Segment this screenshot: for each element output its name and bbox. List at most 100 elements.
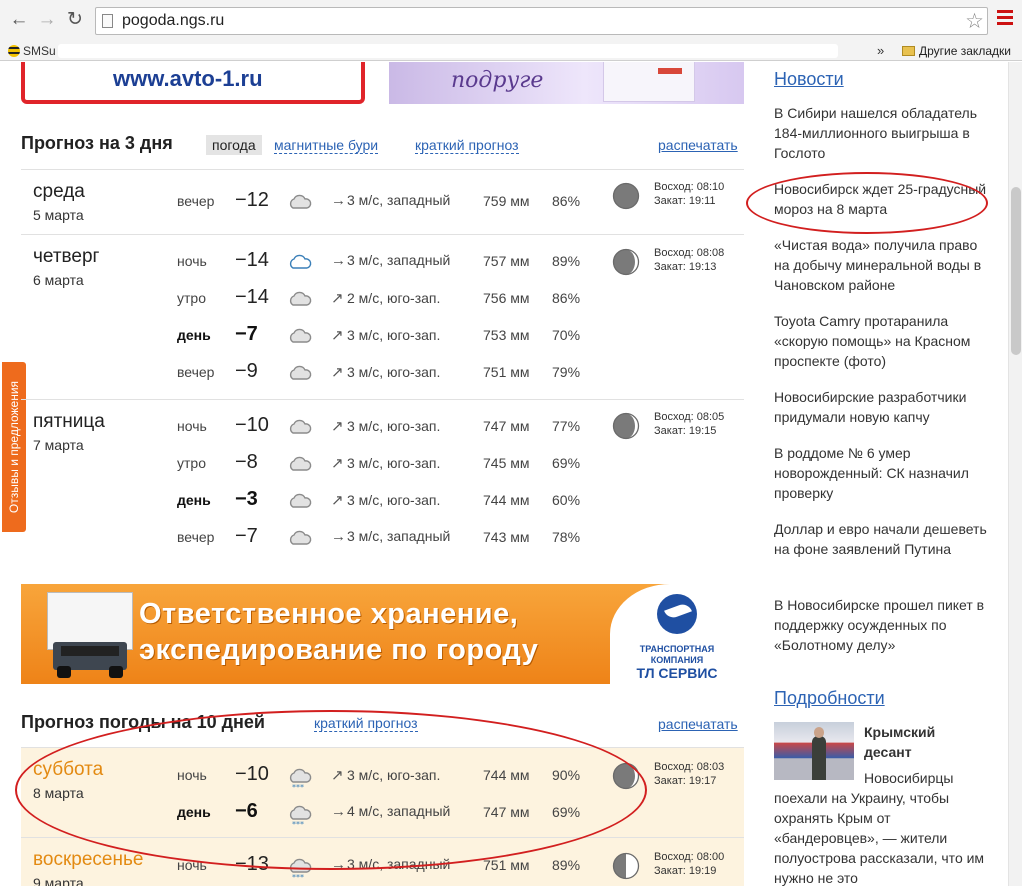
forecast-row: утро −14 ↗ 2 м/с, юго-зап. 756 мм 86% xyxy=(21,285,744,311)
pressure: 743 мм xyxy=(483,529,530,545)
temperature: −7 xyxy=(235,525,258,547)
moon-phase-icon xyxy=(612,182,640,210)
scrollbar-thumb[interactable] xyxy=(1011,187,1021,355)
svg-text:***: *** xyxy=(292,873,304,880)
wind-arrow-icon: ↗ xyxy=(331,327,344,344)
other-bookmarks[interactable]: Другие закладки xyxy=(902,44,1011,58)
scrollbar[interactable] xyxy=(1008,62,1022,886)
snow-cloud-icon: *** xyxy=(287,858,313,885)
news-item[interactable]: Новосибирские разработчики придумали нов… xyxy=(774,387,989,427)
sunrise-sunset: Восход: 08:10 Закат: 19:11 xyxy=(654,180,724,208)
pressure: 757 мм xyxy=(483,253,530,269)
back-icon[interactable]: ← xyxy=(8,9,30,31)
moon-phase-icon xyxy=(612,248,640,276)
time-of-day: вечер xyxy=(177,193,215,209)
news-item[interactable]: Toyota Camry протаранила «скорую помощь»… xyxy=(774,311,989,371)
temperature: −10 xyxy=(235,763,269,785)
banner-avto[interactable]: www.avto-1.ru xyxy=(21,62,365,104)
pressure: 751 мм xyxy=(483,857,530,873)
cloud-icon xyxy=(287,194,313,215)
forward-icon[interactable]: → xyxy=(36,9,58,31)
print-link-3day[interactable]: распечатать xyxy=(658,137,738,153)
sunset: Закат: 19:15 xyxy=(654,425,717,437)
browser-toolbar: ← → ↻ pogoda.ngs.ru ☆ xyxy=(0,0,1022,42)
news-item[interactable]: В роддоме № 6 умер новорожденный: СК наз… xyxy=(774,443,989,503)
pressure: 747 мм xyxy=(483,804,530,820)
temperature: −3 xyxy=(235,488,258,510)
sunrise-sunset: Восход: 08:00 Закат: 19:19 xyxy=(654,850,724,878)
snow-cloud-icon: *** xyxy=(287,768,313,795)
wind: ↗ 3 м/с, юго-зап. xyxy=(331,327,441,344)
wind: →3 м/с, западный xyxy=(331,528,451,545)
wind: ↗ 3 м/с, юго-зап. xyxy=(331,767,441,784)
cloud-icon xyxy=(287,254,313,275)
news-item[interactable]: Доллар и евро начали дешеветь на фоне за… xyxy=(774,519,989,559)
sunset: Закат: 19:13 xyxy=(654,261,717,273)
sunset: Закат: 19:11 xyxy=(654,195,716,207)
truck-image xyxy=(47,592,133,678)
news-title[interactable]: Новости xyxy=(774,69,844,90)
pressure: 751 мм xyxy=(483,364,530,380)
details-headline[interactable]: Крымский десант xyxy=(864,722,984,762)
news-item[interactable]: «Чистая вода» получила право на добычу м… xyxy=(774,235,989,295)
news-item[interactable]: В Новосибирске прошел пикет в поддержку … xyxy=(774,595,989,655)
time-of-day: ночь xyxy=(177,418,207,434)
banner-tl-service[interactable]: Ответственное хранение, экспедирование п… xyxy=(21,584,744,684)
sunrise-sunset: Восход: 08:03 Закат: 19:17 xyxy=(654,760,724,788)
news-item[interactable]: Новосибирск ждет 25-градусный мороз на 8… xyxy=(774,179,989,219)
sunrise: Восход: 08:08 xyxy=(654,247,725,259)
humidity: 69% xyxy=(552,804,581,820)
bookmark-star-icon[interactable]: ☆ xyxy=(965,9,984,34)
cloud-icon xyxy=(287,291,313,312)
forecast3-title: Прогноз на 3 дня xyxy=(21,133,173,153)
wind: →3 м/с, западный xyxy=(331,252,451,269)
details-title[interactable]: Подробности xyxy=(774,688,885,709)
wind-arrow-icon: ↗ xyxy=(331,492,344,509)
wind-arrow-icon: → xyxy=(331,252,346,269)
temperature: −6 xyxy=(235,800,258,822)
humidity: 89% xyxy=(552,253,581,269)
page-icon xyxy=(102,14,113,28)
humidity: 77% xyxy=(552,418,581,434)
day-block: суббота 8 марта ночь −10 *** ↗ 3 м/с, юго-зап.… xyxy=(21,747,744,837)
wind-arrow-icon: → xyxy=(331,192,346,209)
sunset: Закат: 19:19 xyxy=(654,865,717,877)
time-of-day: день xyxy=(177,804,211,820)
print-link-10day[interactable]: распечатать xyxy=(658,716,738,732)
snow-cloud-icon: *** xyxy=(287,805,313,832)
pressure: 753 мм xyxy=(483,327,530,343)
address-bar[interactable]: pogoda.ngs.ru ☆ xyxy=(95,7,988,35)
reload-icon[interactable]: ↻ xyxy=(64,9,86,31)
pressure: 745 мм xyxy=(483,455,530,471)
brief-forecast-link-10day[interactable]: краткий прогноз xyxy=(314,716,418,732)
sunrise: Восход: 08:03 xyxy=(654,761,725,773)
wind: →3 м/с, западный xyxy=(331,856,451,873)
tab-weather[interactable]: погода xyxy=(206,135,262,155)
menu-icon[interactable] xyxy=(997,10,1013,30)
temperature: −8 xyxy=(235,451,258,473)
tab-brief-forecast[interactable]: краткий прогноз xyxy=(415,138,519,154)
wind: ↗ 2 м/с, юго-зап. xyxy=(331,290,441,307)
banner-podruge[interactable]: подруге xyxy=(389,62,744,104)
bookmarks-bar: SMSu » Другие закладки xyxy=(0,42,1022,61)
banner-mid-line1: Ответственное хранение, xyxy=(139,598,519,630)
wind-arrow-icon: → xyxy=(331,856,346,873)
bookmarks-overflow[interactable]: » xyxy=(877,43,884,58)
pressure: 744 мм xyxy=(483,767,530,783)
day-block: четверг 6 марта ночь −14 →3 м/с, западный 757… xyxy=(21,234,744,399)
tab-magnetic-storms[interactable]: магнитные бури xyxy=(274,138,379,154)
cloud-icon xyxy=(287,530,313,551)
news-item[interactable]: В Сибири нашелся обладатель 184-миллионн… xyxy=(774,103,989,163)
bookmark-smsu[interactable]: SMSu xyxy=(8,44,56,58)
wind-arrow-icon: → xyxy=(331,528,346,545)
pressure: 744 мм xyxy=(483,492,530,508)
humidity: 70% xyxy=(552,327,581,343)
moon-phase-icon xyxy=(612,852,640,880)
details-text: Новосибирцы поехали на Украину, чтобы ох… xyxy=(774,770,985,886)
url-text: pogoda.ngs.ru xyxy=(122,12,225,29)
wind: ↗ 3 м/с, юго-зап. xyxy=(331,364,441,381)
cloud-icon xyxy=(287,419,313,440)
day-block: среда 5 марта вечер −12 →3 м/с, западный 759 … xyxy=(21,169,744,234)
cloud-icon xyxy=(287,493,313,514)
cloud-icon xyxy=(287,328,313,349)
